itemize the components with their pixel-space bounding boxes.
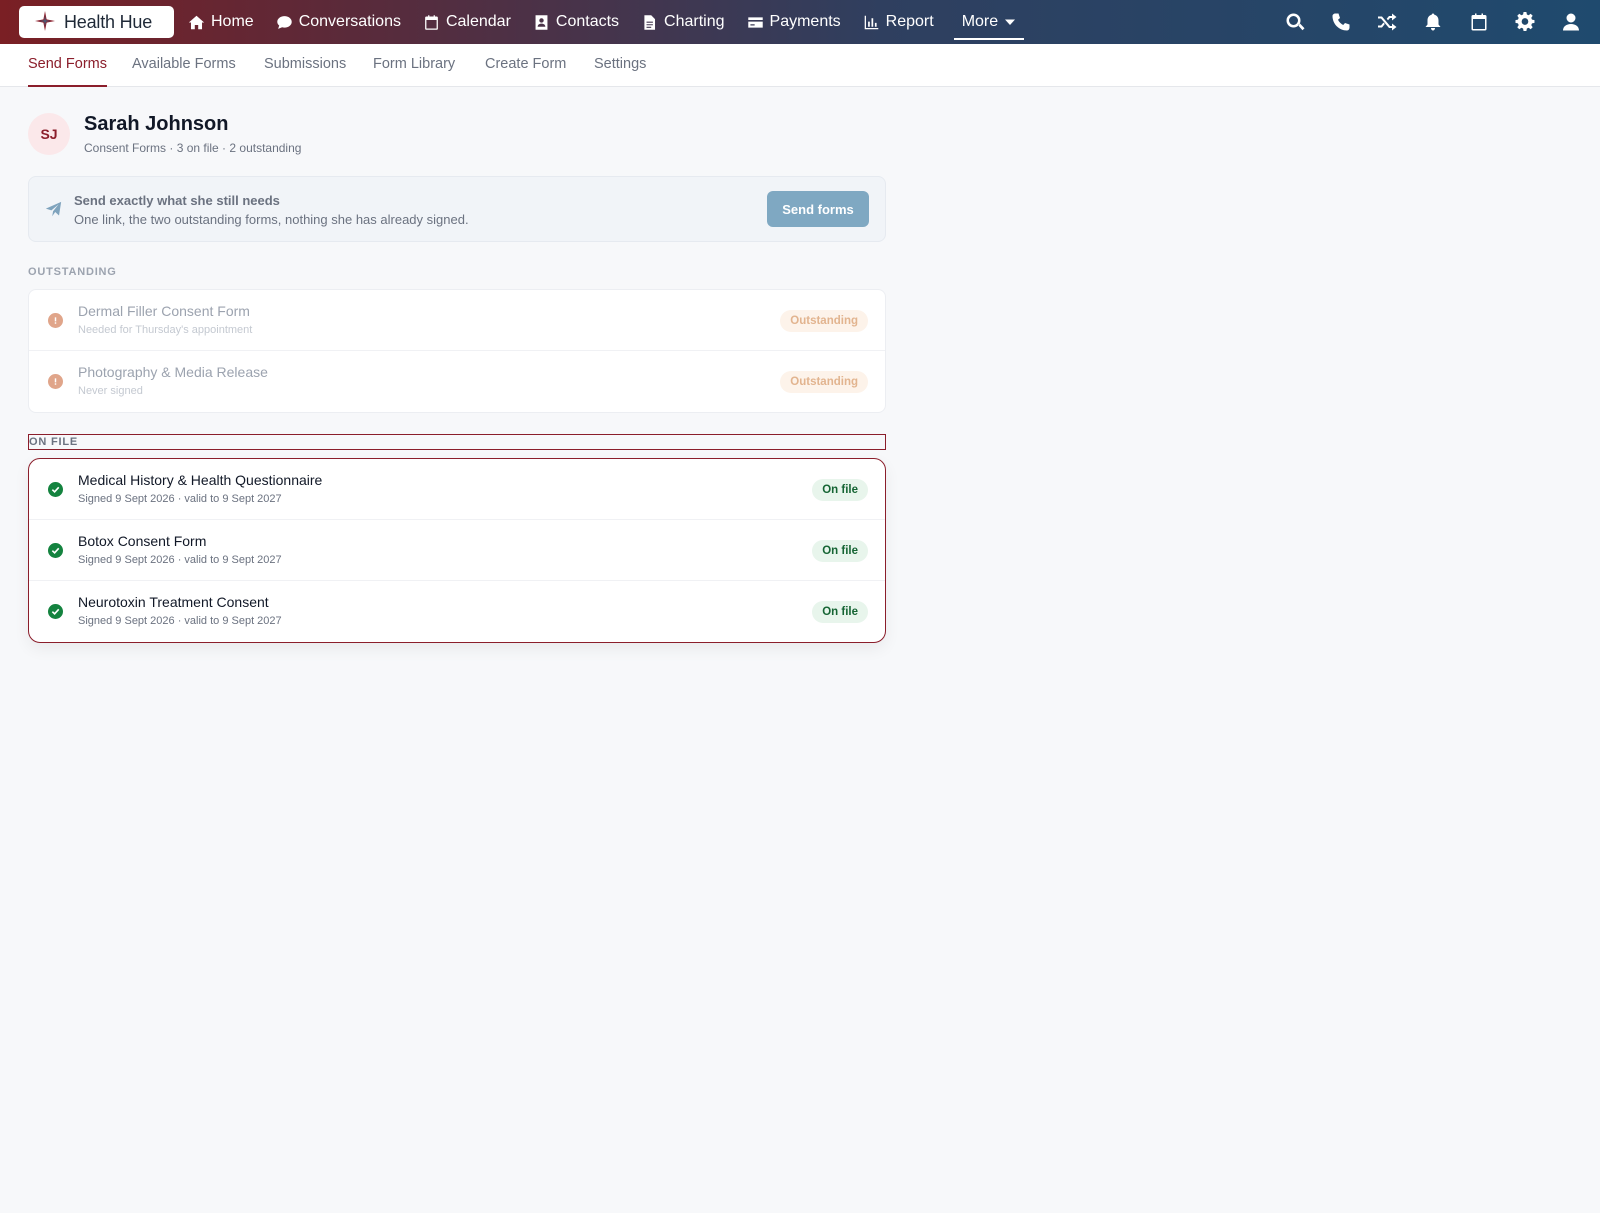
on-file-forms-list: Medical History & Health Questionnaire S…	[28, 458, 886, 643]
form-title: Botox Consent Form	[78, 533, 207, 549]
paper-plane-icon	[45, 201, 62, 218]
nav-charting[interactable]: Charting	[641, 0, 725, 44]
nav-contacts-label: Contacts	[555, 13, 620, 30]
outstanding-forms-list: Dermal Filler Consent Form Needed for Th…	[28, 289, 886, 413]
patient-name: Sarah Johnson	[84, 113, 229, 135]
status-badge: On file	[812, 479, 868, 501]
form-subtitle: Signed 9 Sept 2026 · valid to 9 Sept 202…	[78, 493, 282, 505]
outstanding-section-label: OUTSTANDING	[28, 266, 117, 278]
form-title: Medical History & Health Questionnaire	[78, 472, 323, 488]
contact-card-icon	[535, 14, 548, 30]
banner-subtitle: One link, the two outstanding forms, not…	[74, 212, 469, 227]
form-subtitle: Signed 9 Sept 2026 · valid to 9 Sept 202…	[78, 554, 282, 566]
form-title: Dermal Filler Consent Form	[78, 303, 250, 319]
bar-chart-icon	[864, 15, 878, 29]
forms-subnav: Send Forms Available Forms Submissions F…	[0, 44, 1600, 87]
nav-report[interactable]: Report	[863, 0, 934, 44]
app-name: Health Hue	[64, 11, 153, 32]
search-icon	[1286, 13, 1305, 31]
phone-button[interactable]	[1330, 11, 1352, 33]
tab-form-library[interactable]: Form Library	[373, 44, 455, 87]
alert-icon	[48, 374, 63, 389]
nav-more-underline	[953, 38, 1025, 40]
tab-create-form[interactable]: Create Form	[485, 44, 566, 87]
nav-payments-label: Payments	[769, 13, 841, 30]
list-item[interactable]: Photography & Media Release Never signed…	[29, 351, 885, 412]
status-badge: On file	[812, 601, 868, 623]
phone-icon	[1332, 13, 1350, 31]
chat-icon	[276, 15, 292, 29]
nav-report-label: Report	[885, 13, 934, 30]
nav-contacts[interactable]: Contacts	[533, 0, 619, 44]
form-subtitle: Never signed	[78, 385, 143, 397]
chevron-down-icon	[1005, 19, 1016, 25]
shuffle-button[interactable]	[1376, 11, 1398, 33]
on-file-section-label: ON FILE	[28, 434, 886, 450]
list-item[interactable]: Dermal Filler Consent Form Needed for Th…	[29, 290, 885, 351]
check-circle-icon	[48, 604, 63, 619]
list-item[interactable]: Botox Consent Form Signed 9 Sept 2026 · …	[29, 520, 885, 581]
nav-calendar[interactable]: Calendar	[423, 0, 511, 44]
list-item[interactable]: Medical History & Health Questionnaire S…	[29, 459, 885, 520]
form-subtitle: Signed 9 Sept 2026 · valid to 9 Sept 202…	[78, 615, 282, 627]
form-subtitle: Needed for Thursday's appointment	[78, 324, 253, 336]
nav-charting-label: Charting	[664, 13, 725, 30]
shuffle-icon	[1378, 13, 1397, 31]
search-button[interactable]	[1284, 11, 1306, 33]
patient-meta: Consent Forms · 3 on file · 2 outstandin…	[84, 141, 302, 155]
nav-home-label: Home	[211, 13, 254, 30]
nav-payments[interactable]: Payments	[747, 0, 841, 44]
tab-submissions[interactable]: Submissions	[264, 44, 346, 87]
patient-avatar: SJ	[28, 113, 70, 155]
app-logo[interactable]: Health Hue	[19, 6, 174, 38]
calendar-button[interactable]	[1468, 11, 1490, 33]
nav-more-dropdown[interactable]: More	[953, 0, 1025, 44]
send-forms-button[interactable]: Send forms	[767, 191, 869, 227]
top-right-icons	[1260, 0, 1582, 44]
nav-more-label: More	[961, 13, 999, 30]
profile-button[interactable]	[1560, 11, 1582, 33]
nav-calendar-label: Calendar	[445, 13, 511, 30]
bell-icon	[1425, 13, 1441, 31]
top-navigation-bar: Health Hue Home Conversations Calendar C…	[0, 0, 1600, 44]
calendar-icon	[1471, 13, 1487, 31]
tab-settings[interactable]: Settings	[594, 44, 646, 87]
nav-conversations-label: Conversations	[298, 13, 401, 30]
form-title: Neurotoxin Treatment Consent	[78, 594, 269, 610]
nav-conversations[interactable]: Conversations	[276, 0, 401, 44]
notifications-button[interactable]	[1422, 11, 1444, 33]
calendar-icon	[425, 14, 438, 30]
check-circle-icon	[48, 543, 63, 558]
credit-card-icon	[747, 16, 763, 28]
alert-icon	[48, 313, 63, 328]
send-forms-banner: Send exactly what she still needs One li…	[28, 176, 886, 242]
gear-icon	[1515, 12, 1535, 31]
settings-button[interactable]	[1514, 11, 1536, 33]
form-title: Photography & Media Release	[78, 364, 268, 380]
banner-title: Send exactly what she still needs	[74, 193, 280, 208]
tab-available-forms[interactable]: Available Forms	[132, 44, 236, 87]
status-badge: Outstanding	[780, 310, 868, 332]
list-item[interactable]: Neurotoxin Treatment Consent Signed 9 Se…	[29, 581, 885, 642]
check-circle-icon	[48, 482, 63, 497]
tab-send-forms[interactable]: Send Forms	[28, 44, 107, 87]
logo-mark-icon	[35, 11, 55, 31]
home-icon	[188, 15, 205, 29]
nav-home[interactable]: Home	[188, 0, 254, 44]
status-badge: Outstanding	[780, 371, 868, 393]
document-icon	[644, 14, 656, 30]
main-nav: Home Conversations Calendar Contacts Cha…	[188, 0, 1046, 44]
user-icon	[1563, 13, 1579, 31]
status-badge: On file	[812, 540, 868, 562]
